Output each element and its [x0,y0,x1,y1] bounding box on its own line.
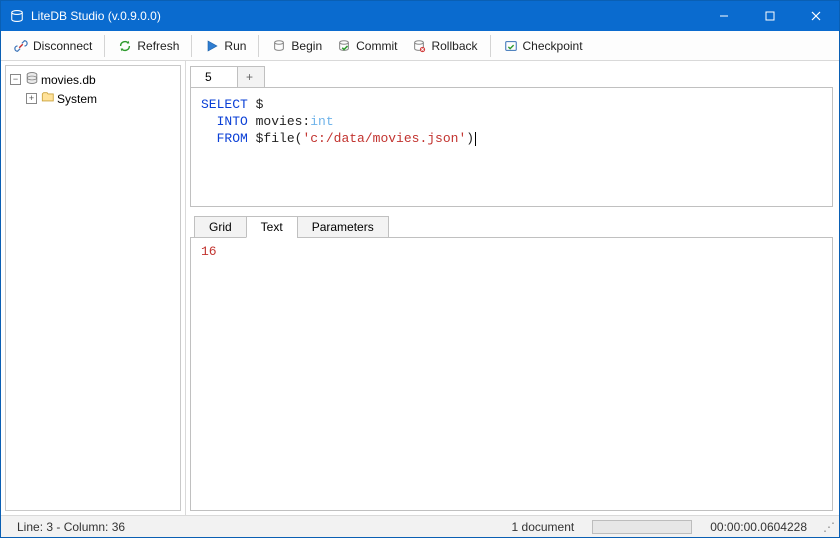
sidebar: − movies.db + System [1,61,186,515]
tab-parameters[interactable]: Parameters [297,216,389,238]
folder-icon [41,90,55,107]
toolbar: Disconnect Refresh Run Begin Commit Roll… [1,31,839,61]
toolbar-separator [104,35,105,57]
window-controls [701,1,839,31]
sql-editor[interactable]: SELECT $ INTO movies:int FROM $file('c:/… [190,87,833,207]
statusbar: Line: 3 - Column: 36 1 document 00:00:00… [1,515,839,537]
tree-root-label: movies.db [41,73,96,87]
tree-system-label: System [57,92,97,106]
status-elapsed: 00:00:00.0604228 [700,520,817,534]
disconnect-button[interactable]: Disconnect [7,35,98,57]
commit-icon [336,38,352,54]
close-button[interactable] [793,1,839,31]
resize-grip[interactable]: ⋰ [817,520,833,534]
expand-icon[interactable]: + [26,93,37,104]
collapse-icon[interactable]: − [10,74,21,85]
result-value: 16 [201,244,217,259]
result-panel[interactable]: 16 [190,237,833,511]
status-progress [592,520,692,534]
tree-root[interactable]: − movies.db [8,70,178,89]
disconnect-icon [13,38,29,54]
checkpoint-label: Checkpoint [523,39,583,53]
rollback-label: Rollback [431,39,477,53]
run-button[interactable]: Run [198,35,252,57]
minimize-button[interactable] [701,1,747,31]
main-area: 5 + SELECT $ INTO movies:int FROM $file(… [186,61,839,515]
toolbar-separator [258,35,259,57]
refresh-icon [117,38,133,54]
begin-button[interactable]: Begin [265,35,328,57]
window-title: LiteDB Studio (v.0.9.0.0) [31,9,701,23]
checkpoint-button[interactable]: Checkpoint [497,35,589,57]
kw-from: FROM [217,131,248,146]
tok-dollar: $ [248,97,264,112]
maximize-button[interactable] [747,1,793,31]
tok-filefn: $file( [248,131,303,146]
tree-view[interactable]: − movies.db + System [5,65,181,511]
commit-button[interactable]: Commit [330,35,403,57]
commit-label: Commit [356,39,397,53]
tok-target: movies: [248,114,310,129]
run-label: Run [224,39,246,53]
app-icon [9,8,25,24]
tok-path: 'c:/data/movies.json' [302,131,466,146]
result-tabs: Grid Text Parameters [190,215,833,237]
toolbar-separator [490,35,491,57]
tab-grid[interactable]: Grid [194,216,247,238]
status-docs: 1 document [502,520,585,534]
query-tab-add[interactable]: + [237,66,265,88]
checkpoint-icon [503,38,519,54]
app-window: LiteDB Studio (v.0.9.0.0) Disconnect Ref… [0,0,840,538]
play-icon [204,38,220,54]
tree-system[interactable]: + System [8,89,178,108]
tok-close: ) [466,131,474,146]
disconnect-label: Disconnect [33,39,92,53]
begin-icon [271,38,287,54]
rollback-button[interactable]: Rollback [405,35,483,57]
toolbar-separator [191,35,192,57]
tab-text[interactable]: Text [246,216,298,238]
refresh-label: Refresh [137,39,179,53]
query-tab-active[interactable]: 5 [190,66,238,88]
tok-type: int [310,114,333,129]
database-icon [25,71,39,88]
kw-select: SELECT [201,97,248,112]
body: − movies.db + System 5 + SELECT $ INTO m… [1,61,839,515]
query-tabs: 5 + [190,65,833,87]
status-cursor: Line: 3 - Column: 36 [7,520,135,534]
rollback-icon [411,38,427,54]
kw-into: INTO [217,114,248,129]
titlebar: LiteDB Studio (v.0.9.0.0) [1,1,839,31]
begin-label: Begin [291,39,322,53]
refresh-button[interactable]: Refresh [111,35,185,57]
text-caret [475,132,476,146]
